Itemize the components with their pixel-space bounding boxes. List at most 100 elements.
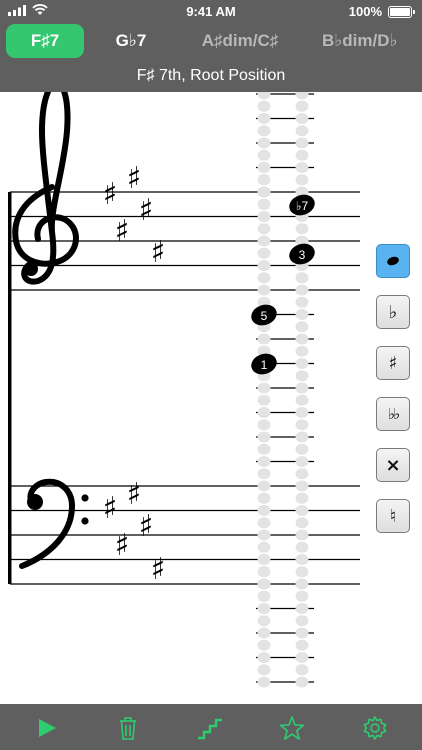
note-slot[interactable] — [257, 541, 271, 553]
note-slot[interactable] — [295, 125, 309, 137]
note-slot[interactable] — [295, 149, 309, 161]
note-slot[interactable] — [257, 211, 271, 222]
delete-button[interactable] — [113, 714, 143, 742]
note-slot[interactable] — [257, 578, 271, 590]
note-slot[interactable] — [295, 272, 309, 284]
note-slot[interactable] — [295, 505, 309, 516]
note-slot[interactable] — [257, 382, 271, 394]
note-slot[interactable] — [295, 333, 309, 345]
note-slot[interactable] — [295, 358, 309, 369]
note-slot[interactable] — [295, 541, 309, 553]
note-slot[interactable] — [295, 480, 309, 492]
grand-staff[interactable]: ♯ ♯ ♯ ♯ ♯ ♯ ♯ ♯ ♯ ♯ ♭7 3 5 1 — [0, 92, 422, 704]
note-slot[interactable] — [295, 137, 309, 149]
note-slot[interactable] — [295, 456, 309, 467]
note-slot[interactable] — [295, 321, 309, 333]
chord-tab-f-sharp-7[interactable]: F♯7 — [6, 24, 84, 58]
note-slot[interactable] — [295, 443, 309, 455]
chord-tab-b-flat-dim[interactable]: B♭dim/D♭ — [322, 24, 422, 58]
note-slot[interactable] — [257, 223, 271, 235]
note-slot[interactable] — [295, 382, 309, 394]
chord-note-fifth[interactable]: 5 — [249, 301, 280, 328]
note-slot[interactable] — [257, 113, 271, 124]
note-slot[interactable] — [257, 590, 271, 602]
note-slot[interactable] — [257, 235, 271, 247]
note-slot[interactable] — [257, 260, 271, 271]
note-slots[interactable] — [257, 92, 309, 688]
note-slot[interactable] — [257, 505, 271, 516]
note-slot[interactable] — [295, 309, 309, 320]
note-slot[interactable] — [295, 615, 309, 627]
note-slot[interactable] — [257, 443, 271, 455]
note-slot[interactable] — [257, 162, 271, 173]
note-slot[interactable] — [295, 296, 309, 308]
note-slot[interactable] — [257, 125, 271, 137]
note-slot[interactable] — [295, 590, 309, 602]
note-slot[interactable] — [295, 468, 309, 480]
note-slot[interactable] — [257, 480, 271, 492]
note-slot[interactable] — [295, 92, 309, 100]
note-slot[interactable] — [257, 615, 271, 627]
note-slot[interactable] — [257, 394, 271, 406]
note-slot[interactable] — [257, 333, 271, 345]
note-slot[interactable] — [295, 578, 309, 590]
note-slot[interactable] — [257, 652, 271, 663]
chord-tab-g-flat-7[interactable]: G♭7 — [94, 24, 168, 58]
note-slot[interactable] — [257, 664, 271, 676]
double-flat-button[interactable]: ♭♭ — [376, 397, 410, 431]
note-slot[interactable] — [257, 284, 271, 296]
note-slot[interactable] — [257, 174, 271, 186]
note-slot[interactable] — [295, 370, 309, 382]
chord-note-third[interactable]: 3 — [287, 240, 318, 267]
arpeggio-button[interactable] — [195, 714, 225, 742]
settings-button[interactable] — [360, 714, 390, 742]
note-slot[interactable] — [257, 603, 271, 614]
note-slot[interactable] — [257, 566, 271, 578]
note-slot[interactable] — [295, 223, 309, 235]
note-slot[interactable] — [295, 407, 309, 418]
note-slot[interactable] — [257, 456, 271, 467]
note-slot[interactable] — [257, 407, 271, 418]
note-slot[interactable] — [257, 149, 271, 161]
note-slot[interactable] — [257, 419, 271, 431]
note-slot[interactable] — [257, 247, 271, 259]
note-slot[interactable] — [295, 492, 309, 504]
flat-button[interactable]: ♭ — [376, 295, 410, 329]
note-slot[interactable] — [257, 676, 271, 688]
note-slot[interactable] — [257, 554, 271, 565]
note-slot[interactable] — [295, 627, 309, 639]
note-slot[interactable] — [257, 492, 271, 504]
note-slot[interactable] — [295, 529, 309, 541]
note-slot[interactable] — [295, 431, 309, 443]
note-slot[interactable] — [295, 639, 309, 651]
note-slot[interactable] — [257, 517, 271, 529]
note-slot[interactable] — [257, 639, 271, 651]
favorite-button[interactable] — [277, 714, 307, 742]
note-slot[interactable] — [295, 162, 309, 173]
note-slot[interactable] — [295, 284, 309, 296]
note-slot[interactable] — [295, 394, 309, 406]
natural-button[interactable]: ♮ — [376, 499, 410, 533]
note-slot[interactable] — [257, 272, 271, 284]
note-slot[interactable] — [257, 137, 271, 149]
note-slot[interactable] — [295, 554, 309, 565]
note-slot[interactable] — [257, 198, 271, 210]
chord-note-root[interactable]: 1 — [249, 350, 280, 377]
note-slot[interactable] — [295, 419, 309, 431]
staff-area[interactable]: ♯ ♯ ♯ ♯ ♯ ♯ ♯ ♯ ♯ ♯ ♭7 3 5 1 — [0, 92, 422, 704]
note-slot[interactable] — [257, 627, 271, 639]
note-slot[interactable] — [257, 529, 271, 541]
note-slot[interactable] — [295, 676, 309, 688]
sharp-button[interactable]: ♯ — [376, 346, 410, 380]
note-slot[interactable] — [295, 664, 309, 676]
note-slot[interactable] — [257, 186, 271, 198]
note-slot[interactable] — [257, 431, 271, 443]
play-button[interactable] — [32, 714, 62, 742]
note-slot[interactable] — [257, 92, 271, 100]
note-slot[interactable] — [257, 100, 271, 112]
note-slot[interactable] — [257, 468, 271, 480]
note-slot[interactable] — [295, 652, 309, 663]
chord-tab-a-sharp-dim[interactable]: A♯dim/C♯ — [180, 24, 300, 58]
chord-note-flat7[interactable]: ♭7 — [287, 191, 318, 218]
note-slot[interactable] — [295, 113, 309, 124]
